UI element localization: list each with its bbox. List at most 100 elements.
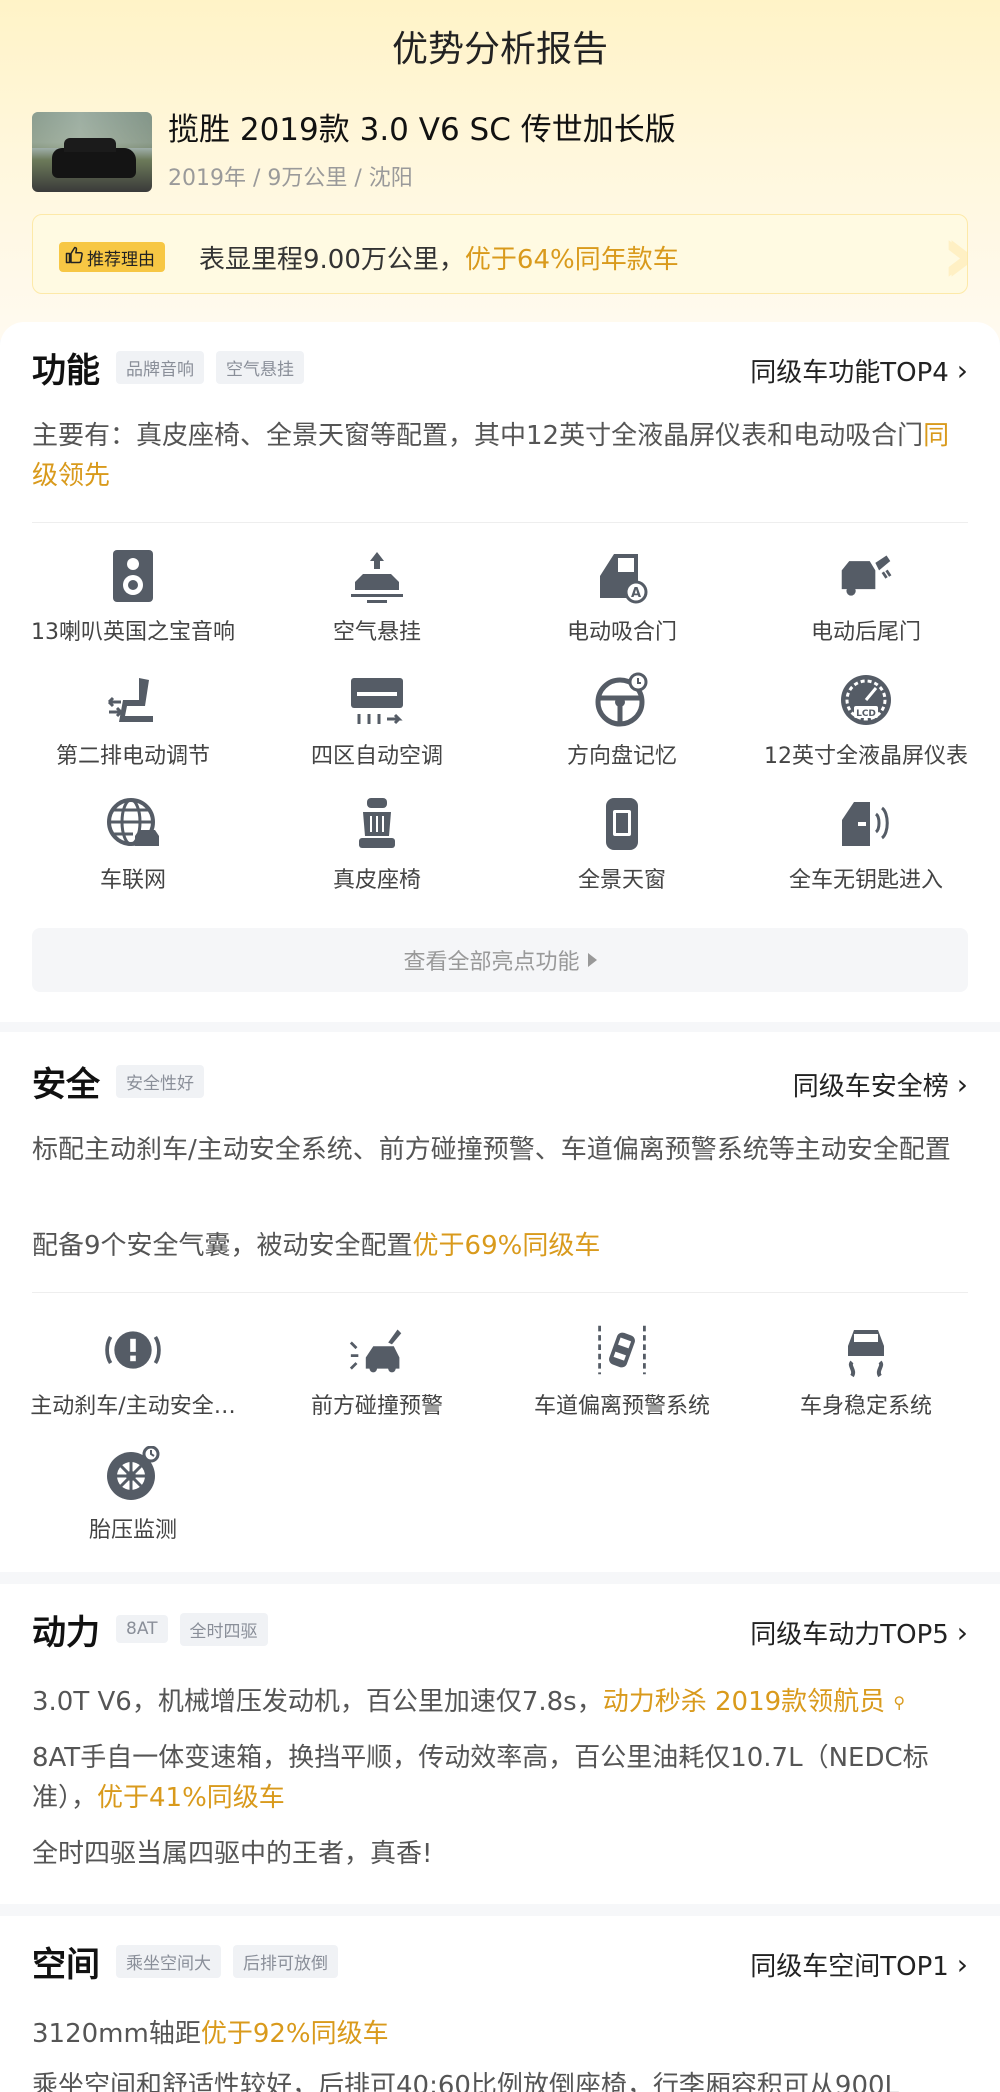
safety-title: 安全 [32,1064,100,1105]
feature-item[interactable]: 方向盘记忆 [500,672,744,770]
features-header: 功能 品牌音响 空气悬挂 [32,342,316,392]
power-section: 动力 8AT 全时四驱 同级车动力TOP5 › 3.0T V6，机械增压发动机，百… [0,1584,1000,1904]
space-title: 空间 [32,1944,100,1985]
features-tag: 品牌音响 [116,350,204,384]
feature-item[interactable]: 13喇叭英国之宝音响 [11,548,255,646]
recommend-reason-box: 推荐理由 表显里程9.00万公里，优于64%同年款车 ›› [32,214,968,294]
space-header: 空间 乘坐空间大 后排可放倒 [32,1936,350,1986]
feature-item[interactable]: 真皮座椅 [255,796,499,894]
space-section: 空间 乘坐空间大 后排可放倒 同级车空间TOP1 › 3120mm轴距优于92%同… [0,1916,1000,2092]
keyless-entry-icon [838,796,894,852]
play-arrow-icon [587,953,597,967]
chevron-decoration-icon: ›› [941,214,967,294]
space-comfort-description: 乘坐空间和舒适性较好，后排可40:60比例放倒座椅，行李厢容积可从900L [32,2071,900,2092]
safety-passive-description: 配备9个安全气囊，被动安全配置优于69%同级车 [32,1231,601,1261]
space-rank-link[interactable]: 同级车空间TOP1 › [750,1946,968,1983]
feature-item[interactable]: 全车无钥匙进入 [744,796,988,894]
thumbs-up-icon [65,246,83,269]
feature-item[interactable]: A 电动吸合门 [500,548,744,646]
safety-item[interactable]: 前方碰撞预警 [255,1322,499,1420]
power-tag: 全时四驱 [179,1612,268,1646]
power-seat-icon [105,672,161,728]
power-transmission-description: 8AT手自一体变速箱，换挡平顺，传动效率高，百公里油耗仅10.7L（NEDC标准… [32,1743,929,1813]
features-tag: 空气悬挂 [216,350,304,384]
chevron-right-icon: › [956,1616,968,1649]
panoramic-roof-icon [594,796,650,852]
power-engine-description: 3.0T V6，机械增压发动机，百公里加速仅7.8s，动力秒杀 2019款领航员… [32,1682,968,1723]
connected-car-icon [105,796,161,852]
feature-label: 真皮座椅 [332,868,421,893]
safety-label: 主动刹车/主动安全… [30,1394,236,1419]
air-suspension-icon [349,548,405,604]
feature-label: 全景天窗 [577,868,666,893]
feature-item[interactable]: 四区自动空调 [255,672,499,770]
chevron-right-icon: › [956,1948,968,1981]
svg-text:A: A [631,586,641,601]
feature-item[interactable]: 车联网 [11,796,255,894]
feature-label: 空气悬挂 [332,620,421,645]
svg-text:LCD: LCD [856,709,876,719]
power-comparison-link[interactable]: 动力秒杀 2019款领航员 [603,1687,885,1717]
safety-label: 车身稳定系统 [799,1394,932,1419]
power-tag: 8AT [116,1615,168,1643]
power-rank-link[interactable]: 同级车动力TOP5 › [750,1614,968,1651]
features-rank-link[interactable]: 同级车功能TOP4 › [750,352,968,389]
safety-label: 前方碰撞预警 [310,1394,443,1419]
lane-departure-icon [594,1322,650,1378]
safety-tag: 安全性好 [116,1064,204,1098]
car-thumbnail[interactable] [32,112,152,192]
feature-label: 第二排电动调节 [55,744,210,769]
car-meta: 2019年 / 9万公里 / 沈阳 [168,166,413,191]
safety-label: 胎压监测 [88,1518,177,1543]
feature-label: 方向盘记忆 [566,744,677,769]
lcd-cluster-icon: LCD [838,672,894,728]
feature-label: 车联网 [99,868,166,893]
feature-label: 电动后尾门 [810,620,921,645]
safety-section: 安全 安全性好 同级车安全榜 › 标配主动刹车/主动安全系统、前方碰撞预警、车道偏… [0,1032,1000,1572]
space-tag: 后排可放倒 [233,1944,338,1978]
safety-item[interactable]: 主动刹车/主动安全… [11,1322,255,1420]
speaker-icon [105,548,161,604]
view-all-features-button[interactable]: 查看全部亮点功能 [32,928,968,992]
safety-header: 安全 安全性好 [32,1056,216,1106]
power-title: 动力 [32,1612,100,1653]
features-title: 功能 [32,350,100,391]
divider [32,522,968,523]
divider [32,1292,968,1293]
recommend-badge-label: 推荐理由 [87,249,155,270]
feature-label: 电动吸合门 [566,620,677,645]
feature-label: 全车无钥匙进入 [788,868,943,893]
features-description: 主要有：真皮座椅、全景天窗等配置，其中12英寸全液晶屏仪表和电动吸合门同级领先 [32,421,950,491]
stability-control-icon [838,1322,894,1378]
car-name: 揽胜 2019款 3.0 V6 SC 传世加长版 [168,112,676,148]
active-brake-icon [105,1322,161,1378]
feature-label: 12英寸全液晶屏仪表 [764,744,968,769]
safety-item[interactable]: 车身稳定系统 [744,1322,988,1420]
safety-item[interactable]: 胎压监测 [11,1446,255,1544]
features-section: 功能 品牌音响 空气悬挂 同级车功能TOP4 › 主要有：真皮座椅、全景天窗等配置… [0,322,1000,1022]
power-header: 动力 8AT 全时四驱 [32,1604,280,1654]
safety-item[interactable]: 车道偏离预警系统 [500,1322,744,1420]
feature-label: 四区自动空调 [310,744,443,769]
advantage-report-page: 优势分析报告 揽胜 2019款 3.0 V6 SC 传世加长版 2019年 / … [0,0,1000,2092]
space-tag: 乘坐空间大 [116,1944,221,1978]
recommend-reason-highlight: 优于64%同年款车 [464,245,679,275]
leather-seat-icon [349,796,405,852]
space-wheelbase-description: 3120mm轴距优于92%同级车 [32,2019,389,2049]
collision-warning-icon [349,1322,405,1378]
climate-control-icon [349,672,405,728]
power-drivetrain-description: 全时四驱当属四驱中的王者，真香! [32,1839,433,1869]
soft-close-door-icon: A [594,548,650,604]
search-icon[interactable]: ⚲ [893,1683,905,1723]
feature-item[interactable]: 空气悬挂 [255,548,499,646]
feature-item[interactable]: 电动后尾门 [744,548,988,646]
feature-item[interactable]: 全景天窗 [500,796,744,894]
feature-item[interactable]: 第二排电动调节 [11,672,255,770]
recommend-reason-text: 表显里程9.00万公里，优于64%同年款车 [199,245,679,275]
recommend-badge: 推荐理由 [59,242,165,272]
tire-pressure-icon [105,1446,161,1502]
steering-memory-icon [594,672,650,728]
feature-item[interactable]: LCD 12英寸全液晶屏仪表 [744,672,988,770]
safety-rank-link[interactable]: 同级车安全榜 › [793,1066,968,1103]
safety-active-description: 标配主动刹车/主动安全系统、前方碰撞预警、车道偏离预警系统等主动安全配置 [32,1135,951,1165]
